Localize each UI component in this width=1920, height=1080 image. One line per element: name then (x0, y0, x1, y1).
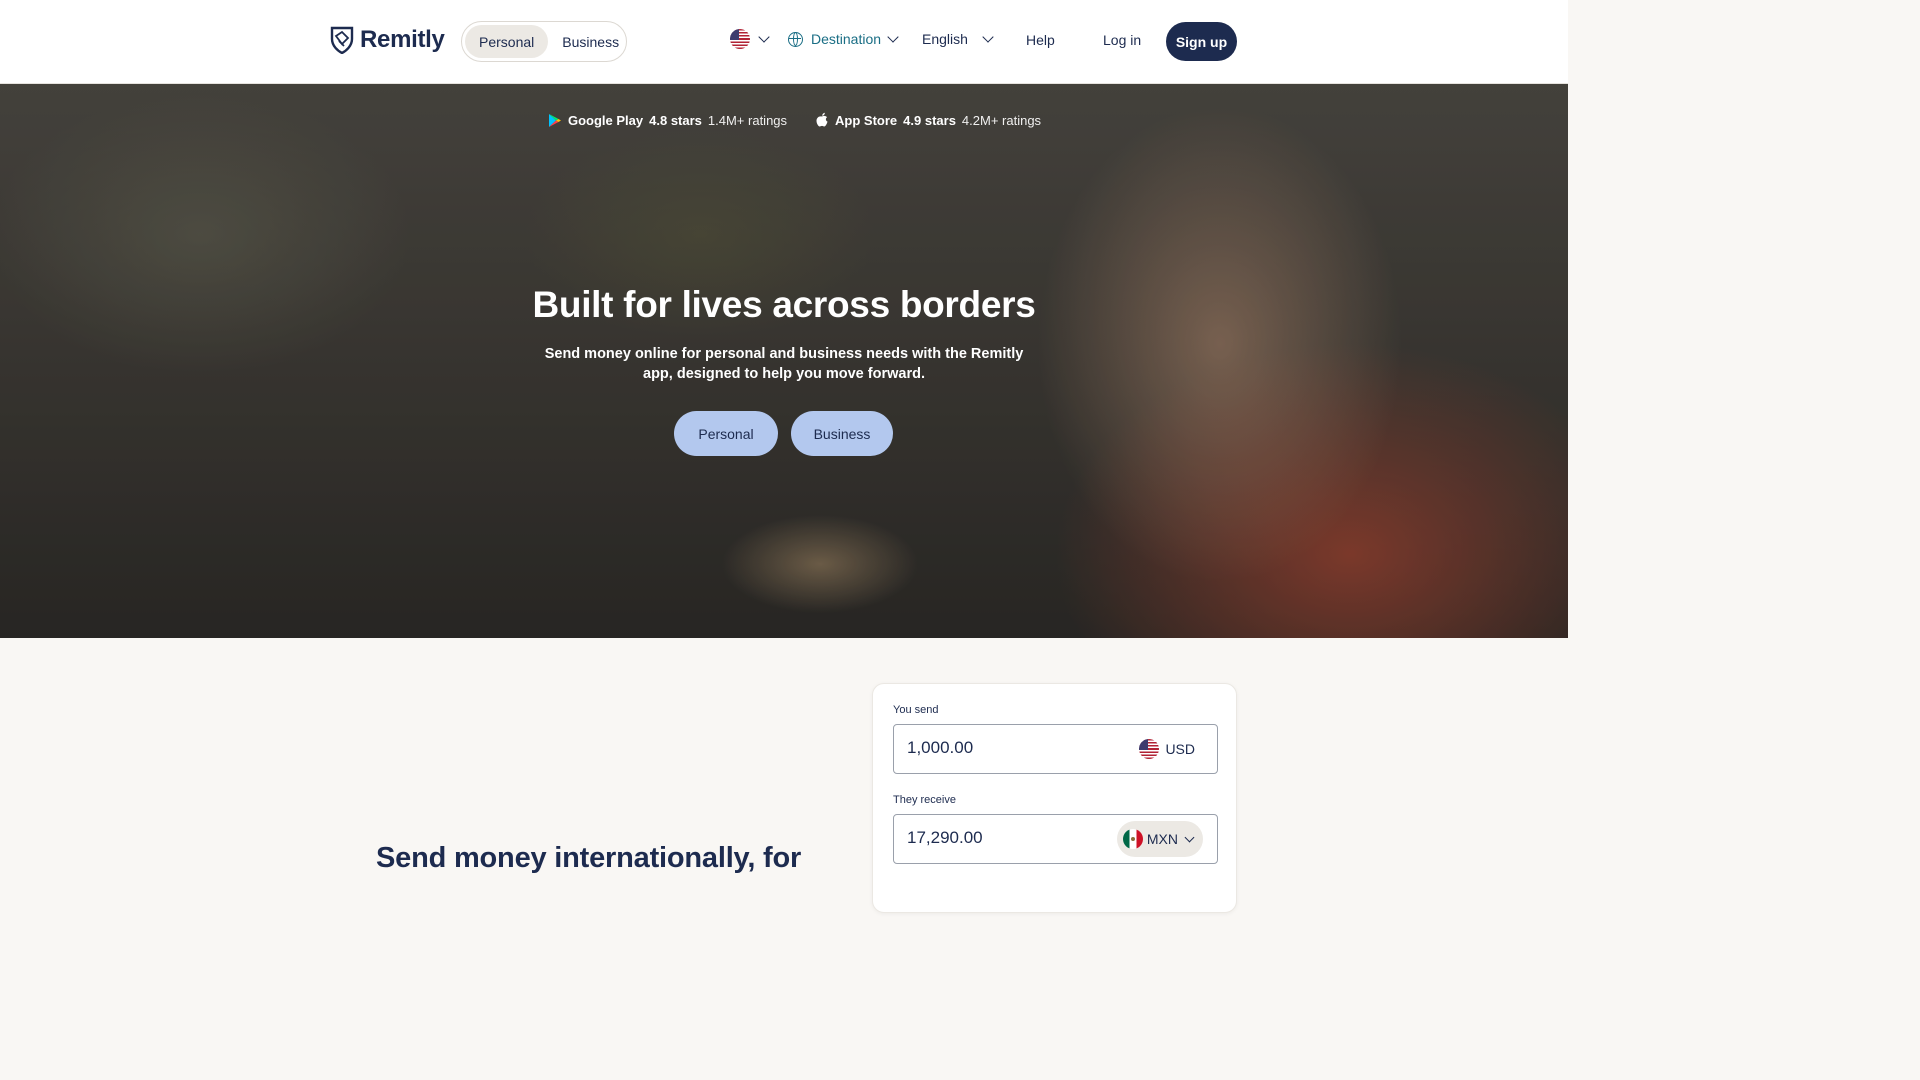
hero-personal-button[interactable]: Personal (674, 411, 778, 456)
app-store-rating[interactable]: App Store 4.9 stars 4.2M+ ratings (815, 112, 1041, 128)
apple-icon (816, 112, 828, 127)
us-flag-icon (1139, 739, 1160, 759)
site-header: Remitly Personal Business Destination En… (0, 0, 1568, 84)
chevron-down-icon (982, 31, 994, 43)
send-currency: USD (1139, 739, 1195, 759)
hero-subtitle: Send money online for personal and busin… (544, 346, 1024, 382)
send-label: You send (893, 704, 939, 716)
receive-amount-field[interactable]: 17,290.00 MXN (893, 814, 1218, 864)
send-currency-code: USD (1165, 741, 1195, 757)
receive-currency-code: MXN (1146, 831, 1178, 847)
audience-toggle: Personal Business (461, 21, 627, 62)
hero-business-button[interactable]: Business (791, 411, 893, 456)
globe-icon (788, 31, 803, 47)
google-play-count: 1.4M+ ratings (707, 112, 788, 128)
help-link[interactable]: Help (1026, 32, 1055, 48)
login-link[interactable]: Log in (1103, 32, 1141, 48)
language-selector[interactable]: English (922, 31, 994, 47)
app-store-count: 4.2M+ ratings (961, 112, 1042, 128)
receive-label: They receive (893, 794, 956, 806)
toggle-personal[interactable]: Personal (465, 25, 549, 58)
language-label: English (922, 31, 968, 47)
send-amount-value: 1,000.00 (907, 738, 974, 757)
transfer-calculator: You send 1,000.00 USD They receive 17,29… (872, 683, 1237, 913)
us-flag-icon (730, 29, 750, 49)
remitly-shield-icon (330, 26, 354, 54)
google-play-store: Google Play (568, 112, 644, 128)
receive-amount-value: 17,290.00 (907, 828, 983, 847)
app-ratings: Google Play 4.8 stars 1.4M+ ratings App … (548, 112, 1041, 128)
remitly-logo[interactable]: Remitly (330, 26, 445, 54)
chevron-down-icon (1184, 832, 1195, 842)
hero-section: Google Play 4.8 stars 1.4M+ ratings App … (0, 84, 1568, 638)
signup-button[interactable]: Sign up (1166, 22, 1237, 61)
google-play-icon (549, 113, 561, 127)
country-selector[interactable] (730, 29, 770, 49)
hero-buttons: Personal Business (674, 411, 893, 456)
toggle-business[interactable]: Business (548, 25, 633, 58)
hero-title: Built for lives across borders (532, 284, 1036, 325)
google-play-score: 4.8 stars (649, 112, 702, 128)
brand-name: Remitly (360, 26, 445, 53)
destination-selector[interactable]: Destination (788, 31, 899, 47)
send-amount-field[interactable]: 1,000.00 USD (893, 724, 1218, 774)
app-store-score: 4.9 stars (903, 112, 956, 128)
receive-currency-selector[interactable]: MXN (1116, 821, 1203, 857)
google-play-rating[interactable]: Google Play 4.8 stars 1.4M+ ratings (548, 113, 787, 128)
section-heading: Send money internationally, for (376, 842, 802, 874)
chevron-down-icon (758, 31, 770, 43)
app-store-store: App Store (835, 112, 898, 128)
destination-label: Destination (811, 31, 882, 47)
chevron-down-icon (887, 31, 899, 43)
mexico-flag-icon (1122, 829, 1143, 849)
